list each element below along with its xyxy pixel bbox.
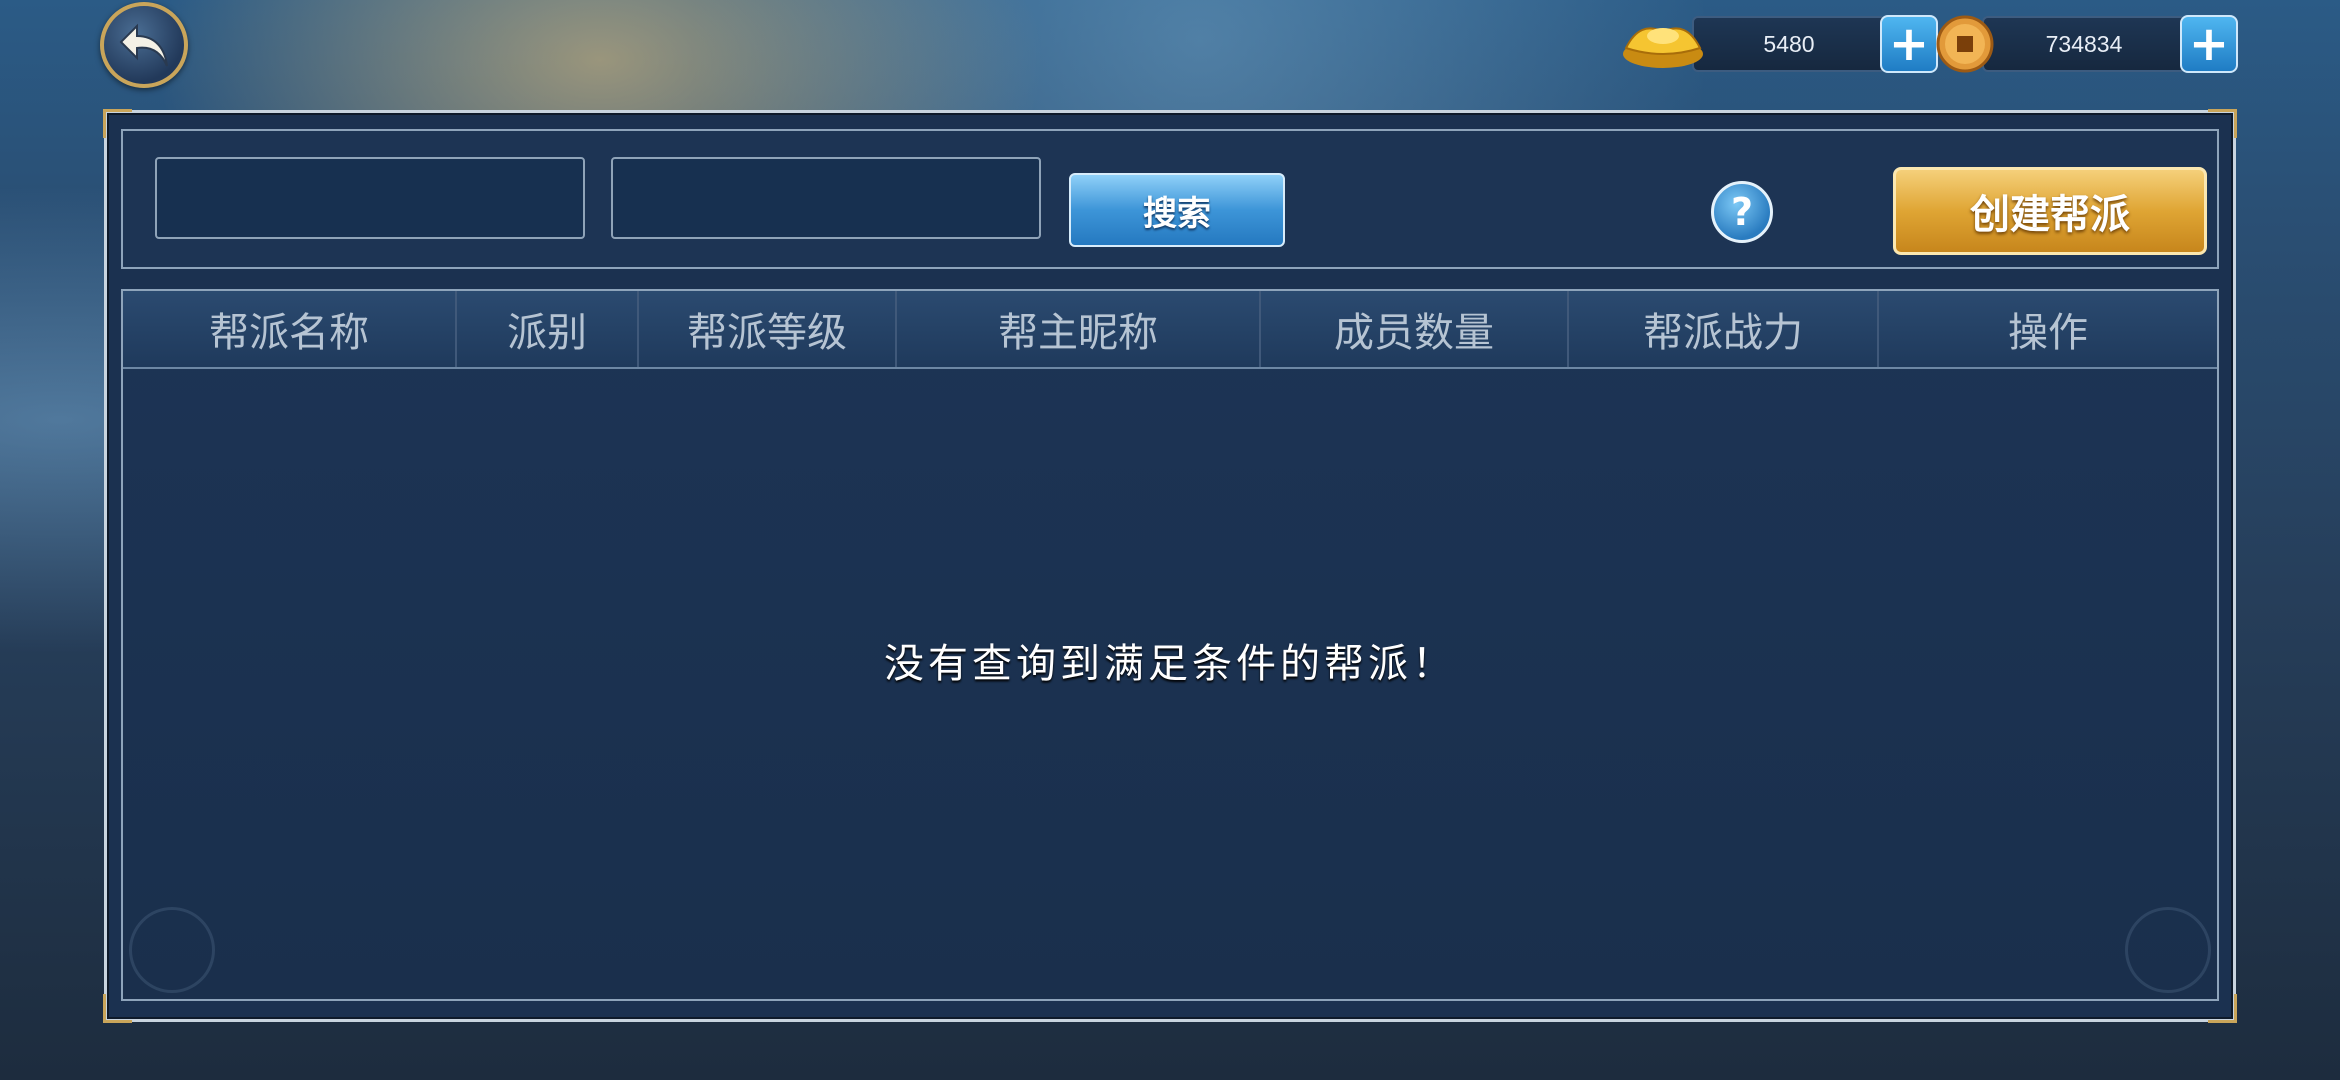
copper-coin-icon — [1936, 15, 1994, 73]
gold-amount: 5480 — [1692, 16, 1886, 72]
table-header: 帮派名称 派别 帮派等级 帮主昵称 成员数量 帮派战力 操作 — [123, 291, 2217, 369]
cloud-ornament — [2125, 907, 2211, 993]
add-coin-button[interactable]: + — [2180, 15, 2238, 73]
col-actions: 操作 — [2008, 310, 2088, 356]
help-icon[interactable]: ? — [1711, 181, 1773, 243]
gold-ingot-icon — [1623, 27, 1703, 68]
coin-amount: 734834 — [1982, 16, 2186, 72]
back-button[interactable] — [100, 2, 188, 88]
col-leader-name: 帮主昵称 — [897, 291, 1261, 367]
empty-result-message: 没有查询到满足条件的帮派！ — [884, 641, 1456, 687]
col-faction: 派别 — [457, 291, 639, 367]
guild-name-input[interactable] — [155, 157, 585, 239]
guild-id-input[interactable] — [611, 157, 1041, 239]
col-guild-power: 帮派战力 — [1569, 291, 1879, 367]
col-member-count: 成员数量 — [1261, 291, 1569, 367]
add-gold-button[interactable]: + — [1880, 15, 1938, 73]
guild-search-panel: 搜索 ? 创建帮派 帮派名称 派别 帮派等级 帮主昵称 成员数量 帮派战力 操作… — [103, 109, 2237, 1023]
coin-currency: 734834 + — [1934, 14, 2238, 74]
col-guild-name: 帮派名称 — [123, 291, 457, 367]
search-bar: 搜索 ? 创建帮派 — [121, 129, 2219, 269]
col-guild-level: 帮派等级 — [639, 291, 897, 367]
search-button[interactable]: 搜索 — [1069, 173, 1285, 247]
cloud-ornament — [129, 907, 215, 993]
create-guild-button[interactable]: 创建帮派 — [1893, 167, 2207, 255]
gold-currency: 5480 + — [1620, 14, 1938, 74]
guild-table: 帮派名称 派别 帮派等级 帮主昵称 成员数量 帮派战力 操作 没有查询到满足条件… — [121, 289, 2219, 1001]
back-arrow-icon — [119, 23, 168, 67]
